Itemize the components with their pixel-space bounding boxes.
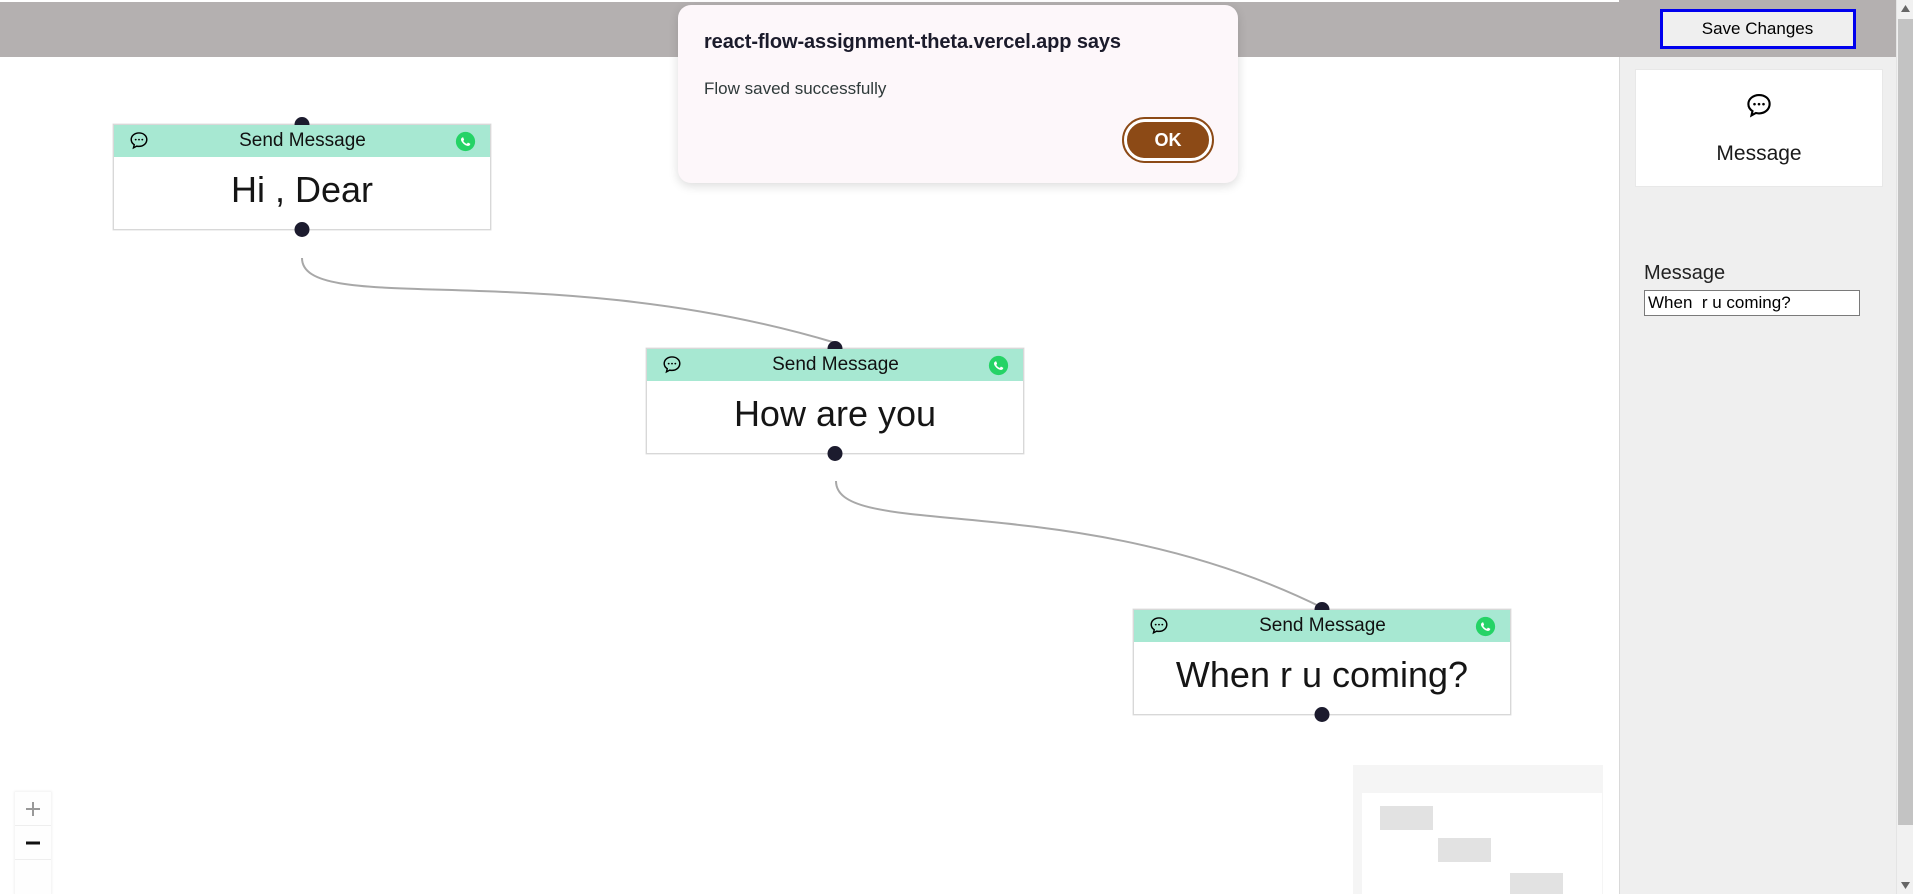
flow-node-send-message-1[interactable]: Send Message Hi , Dear (113, 117, 491, 237)
flow-node-send-message-3[interactable]: Send Message When r u coming? (1133, 602, 1511, 722)
node-body-3: When r u coming? (1134, 642, 1510, 714)
chat-bubble-icon (1148, 615, 1170, 637)
node-message-text-1: Hi , Dear (230, 169, 374, 211)
zoom-out-button[interactable] (15, 826, 51, 860)
node-header-1: Send Message (114, 125, 490, 157)
flow-minimap-viewport (1362, 793, 1602, 894)
plus-icon (24, 800, 42, 818)
minimap-node (1510, 873, 1563, 894)
node-body-2: How are you (647, 381, 1023, 453)
fit-view-button[interactable] (15, 860, 51, 894)
chat-bubble-icon (661, 354, 683, 376)
page-scrollbar[interactable] (1896, 0, 1913, 894)
minimap-node (1380, 806, 1433, 830)
node-header-2: Send Message (647, 349, 1023, 381)
chat-bubble-icon (128, 130, 150, 152)
flow-node-send-message-2[interactable]: Send Message How are you (646, 341, 1024, 461)
node-header-title-1: Send Message (239, 130, 366, 151)
whatsapp-icon (988, 355, 1009, 376)
node-header-3: Send Message (1134, 610, 1510, 642)
node-handle-source-2[interactable] (827, 446, 843, 461)
settings-side-panel: Message Message (1619, 57, 1896, 894)
scroll-down-icon[interactable] (1897, 877, 1913, 894)
node-body-1: Hi , Dear (114, 157, 490, 229)
flow-controls (15, 792, 51, 894)
message-input[interactable] (1644, 290, 1860, 316)
edge-node2-node3 (835, 480, 1324, 609)
chat-bubble-icon (1744, 91, 1774, 126)
whatsapp-icon (1475, 616, 1496, 637)
minimap-node (1438, 838, 1491, 862)
node-message-text-3: When r u coming? (1175, 654, 1469, 696)
save-changes-button[interactable]: Save Changes (1659, 8, 1856, 49)
node-handle-source-3[interactable] (1314, 707, 1330, 722)
flow-minimap[interactable] (1353, 765, 1603, 894)
whatsapp-icon (455, 131, 476, 152)
message-card-label: Message (1716, 141, 1802, 165)
node-header-title-2: Send Message (772, 354, 899, 375)
edge-node1-node2 (301, 257, 837, 344)
message-field-label: Message (1644, 262, 1726, 284)
zoom-in-button[interactable] (15, 792, 51, 826)
message-node-card[interactable]: Message (1635, 69, 1883, 187)
message-field-group: Message (1644, 262, 1872, 316)
node-message-text-2: How are you (733, 393, 937, 435)
scrollbar-thumb[interactable] (1898, 19, 1913, 825)
node-handle-source-1[interactable] (294, 222, 310, 237)
node-header-title-3: Send Message (1259, 615, 1386, 636)
app-root: Send Message Hi , Dear Send Message How … (0, 0, 1913, 894)
minus-icon (24, 834, 42, 852)
save-changes-toolbar: Save Changes (1619, 0, 1896, 57)
scroll-up-icon[interactable] (1897, 0, 1913, 17)
